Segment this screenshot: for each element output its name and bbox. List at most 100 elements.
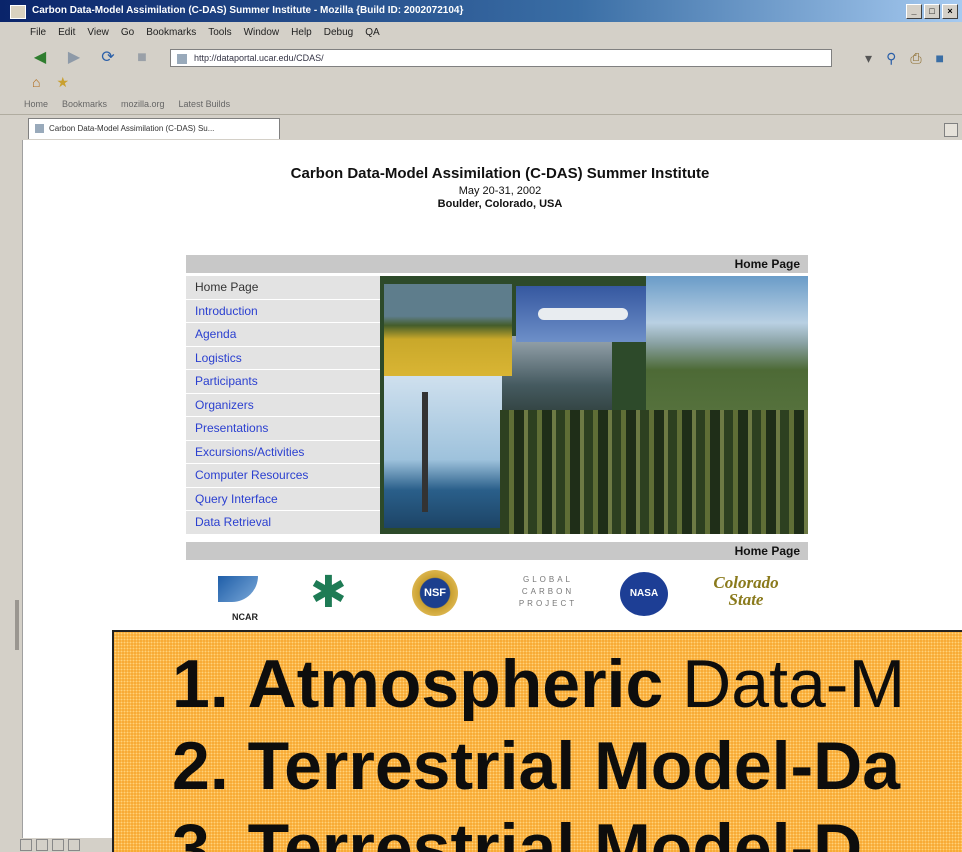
url-bar[interactable] [170, 49, 832, 67]
nav-query-interface[interactable]: Query Interface [186, 487, 380, 511]
menu-bookmarks[interactable]: Bookmarks [146, 24, 196, 42]
overlay-line-3-number: 3. [172, 810, 229, 852]
site-nav: Home Page Introduction Agenda Logistics … [186, 276, 380, 535]
gcp-line1: GLOBAL [522, 575, 573, 584]
app-icon [10, 5, 26, 19]
tab-close-icon[interactable] [944, 123, 958, 137]
nav-data-retrieval[interactable]: Data Retrieval [186, 511, 380, 535]
menu-window[interactable]: Window [244, 24, 280, 42]
window-title: Carbon Data-Model Assimilation (C-DAS) S… [32, 5, 464, 16]
menu-view[interactable]: View [87, 24, 109, 42]
ncar-logo[interactable]: NCAR [218, 576, 266, 624]
slide-overlay: 1. Atmospheric Data-M 2. Terrestrial Mod… [112, 630, 962, 852]
header-home-link[interactable]: Home Page [735, 257, 808, 271]
url-input[interactable] [192, 52, 756, 64]
overlay-line-3: 3. Terrestrial Model-D [172, 814, 862, 852]
menu-go[interactable]: Go [121, 24, 134, 42]
menu-help[interactable]: Help [291, 24, 312, 42]
overlay-line-2-bold: Terrestrial Model-Da [247, 728, 901, 804]
forest-photo [500, 410, 808, 534]
status-icon-1[interactable] [20, 839, 32, 851]
gcp-line2: CARBON [521, 587, 575, 596]
tab-title: Carbon Data-Model Assimilation (C-DAS) S… [49, 124, 215, 133]
stop-icon[interactable]: ■ [132, 48, 152, 68]
window-titlebar: Carbon Data-Model Assimilation (C-DAS) S… [0, 0, 962, 22]
sponsor-logos: NCAR ✱ NSF GLOBAL CARBON PROJECT NASA Co… [200, 568, 810, 624]
navigation-toolbar: ◀ ▶ ⟳ ■ ▾ ⚲ ⎙ ■ [0, 44, 962, 72]
overlay-line-1-rest: Data-M [663, 646, 906, 722]
csu-line1: Colorado [713, 573, 779, 592]
ncar-arc-icon [218, 576, 258, 602]
menu-debug[interactable]: Debug [324, 24, 353, 42]
right-toolbar: ▾ ⚲ ⎙ ■ [865, 50, 944, 67]
window-controls: _ □ × [906, 4, 958, 19]
nav-logistics[interactable]: Logistics [186, 346, 380, 370]
cloud-photo [500, 336, 612, 418]
forward-arrow-icon[interactable]: ▶ [64, 48, 84, 68]
photo-collage [380, 276, 808, 534]
gcp-line3: PROJECT [518, 599, 578, 608]
overlay-line-1-number: 1. [172, 646, 229, 722]
personal-mozilla-link[interactable]: mozilla.org [121, 96, 165, 112]
tab-favicon-icon [35, 124, 44, 134]
aircraft-shape [538, 308, 628, 320]
overlay-line-1-bold: Atmospheric [247, 646, 664, 722]
throbber-icon: ■ [935, 50, 944, 66]
print-icon[interactable]: ⎙ [910, 50, 921, 67]
page-location: Boulder, Colorado, USA [437, 198, 563, 210]
nav-presentations[interactable]: Presentations [186, 417, 380, 441]
header-bar: Home Page [186, 255, 808, 273]
colorado-state-logo[interactable]: Colorado State [706, 574, 786, 608]
dropdown-icon[interactable]: ▾ [865, 50, 872, 67]
back-arrow-icon[interactable]: ◀ [30, 48, 50, 68]
status-icon-3[interactable] [52, 839, 64, 851]
nav-agenda[interactable]: Agenda [186, 323, 380, 347]
page-favicon-icon [177, 53, 187, 64]
nsf-logo[interactable]: NSF [412, 570, 458, 616]
personal-toolbar: Home Bookmarks mozilla.org Latest Builds [24, 96, 230, 112]
overlay-line-2: 2. Terrestrial Model-Da [172, 732, 900, 800]
tab-cdas[interactable]: Carbon Data-Model Assimilation (C-DAS) S… [28, 118, 280, 139]
menu-edit[interactable]: Edit [58, 24, 75, 42]
menu-qa[interactable]: QA [365, 24, 379, 42]
personal-home-link[interactable]: Home [24, 96, 48, 112]
ncar-label: NCAR [232, 612, 258, 622]
nav-home-page[interactable]: Home Page [186, 276, 380, 300]
search-icon[interactable]: ⚲ [886, 50, 896, 67]
menu-file[interactable]: File [30, 24, 46, 42]
nav-organizers[interactable]: Organizers [186, 393, 380, 417]
minimize-button[interactable]: _ [906, 4, 922, 19]
close-button[interactable]: × [942, 4, 958, 19]
tower-shape [422, 392, 428, 512]
global-carbon-project-logo[interactable]: GLOBAL CARBON PROJECT [496, 574, 600, 610]
sidebar-edge [0, 140, 23, 852]
menu-tools[interactable]: Tools [208, 24, 231, 42]
nav-computer-resources[interactable]: Computer Resources [186, 464, 380, 488]
personal-bookmarks-link[interactable]: Bookmarks [62, 96, 107, 112]
footer-bar: Home Page [186, 542, 808, 560]
aircraft-photo [516, 286, 646, 342]
nav-participants[interactable]: Participants [186, 370, 380, 394]
page-dates: May 20-31, 2002 [458, 185, 542, 197]
snowflake-logo-icon[interactable]: ✱ [310, 570, 347, 616]
page-heading: Carbon Data-Model Assimilation (C-DAS) S… [180, 165, 820, 210]
landscape-photo [646, 276, 808, 410]
csu-line2: State [728, 590, 764, 609]
maximize-button[interactable]: □ [924, 4, 940, 19]
nav-introduction[interactable]: Introduction [186, 299, 380, 323]
nav-excursions[interactable]: Excursions/Activities [186, 440, 380, 464]
sidebar-grippy[interactable] [15, 600, 19, 650]
home-icon[interactable]: ⌂ [32, 74, 40, 91]
menu-bar: File Edit View Go Bookmarks Tools Window… [30, 24, 380, 42]
browser-chrome: File Edit View Go Bookmarks Tools Window… [0, 22, 962, 140]
personal-builds-link[interactable]: Latest Builds [179, 96, 231, 112]
reload-icon[interactable]: ⟳ [98, 48, 118, 68]
bookmark-icon[interactable]: ★ [56, 74, 69, 91]
nasa-logo[interactable]: NASA [620, 572, 668, 616]
overlay-line-2-number: 2. [172, 728, 229, 804]
tab-bar: Carbon Data-Model Assimilation (C-DAS) S… [0, 114, 962, 141]
status-icon-2[interactable] [36, 839, 48, 851]
status-icon-4[interactable] [68, 839, 80, 851]
footer-home-link[interactable]: Home Page [735, 544, 808, 558]
grassland-photo [384, 284, 512, 376]
